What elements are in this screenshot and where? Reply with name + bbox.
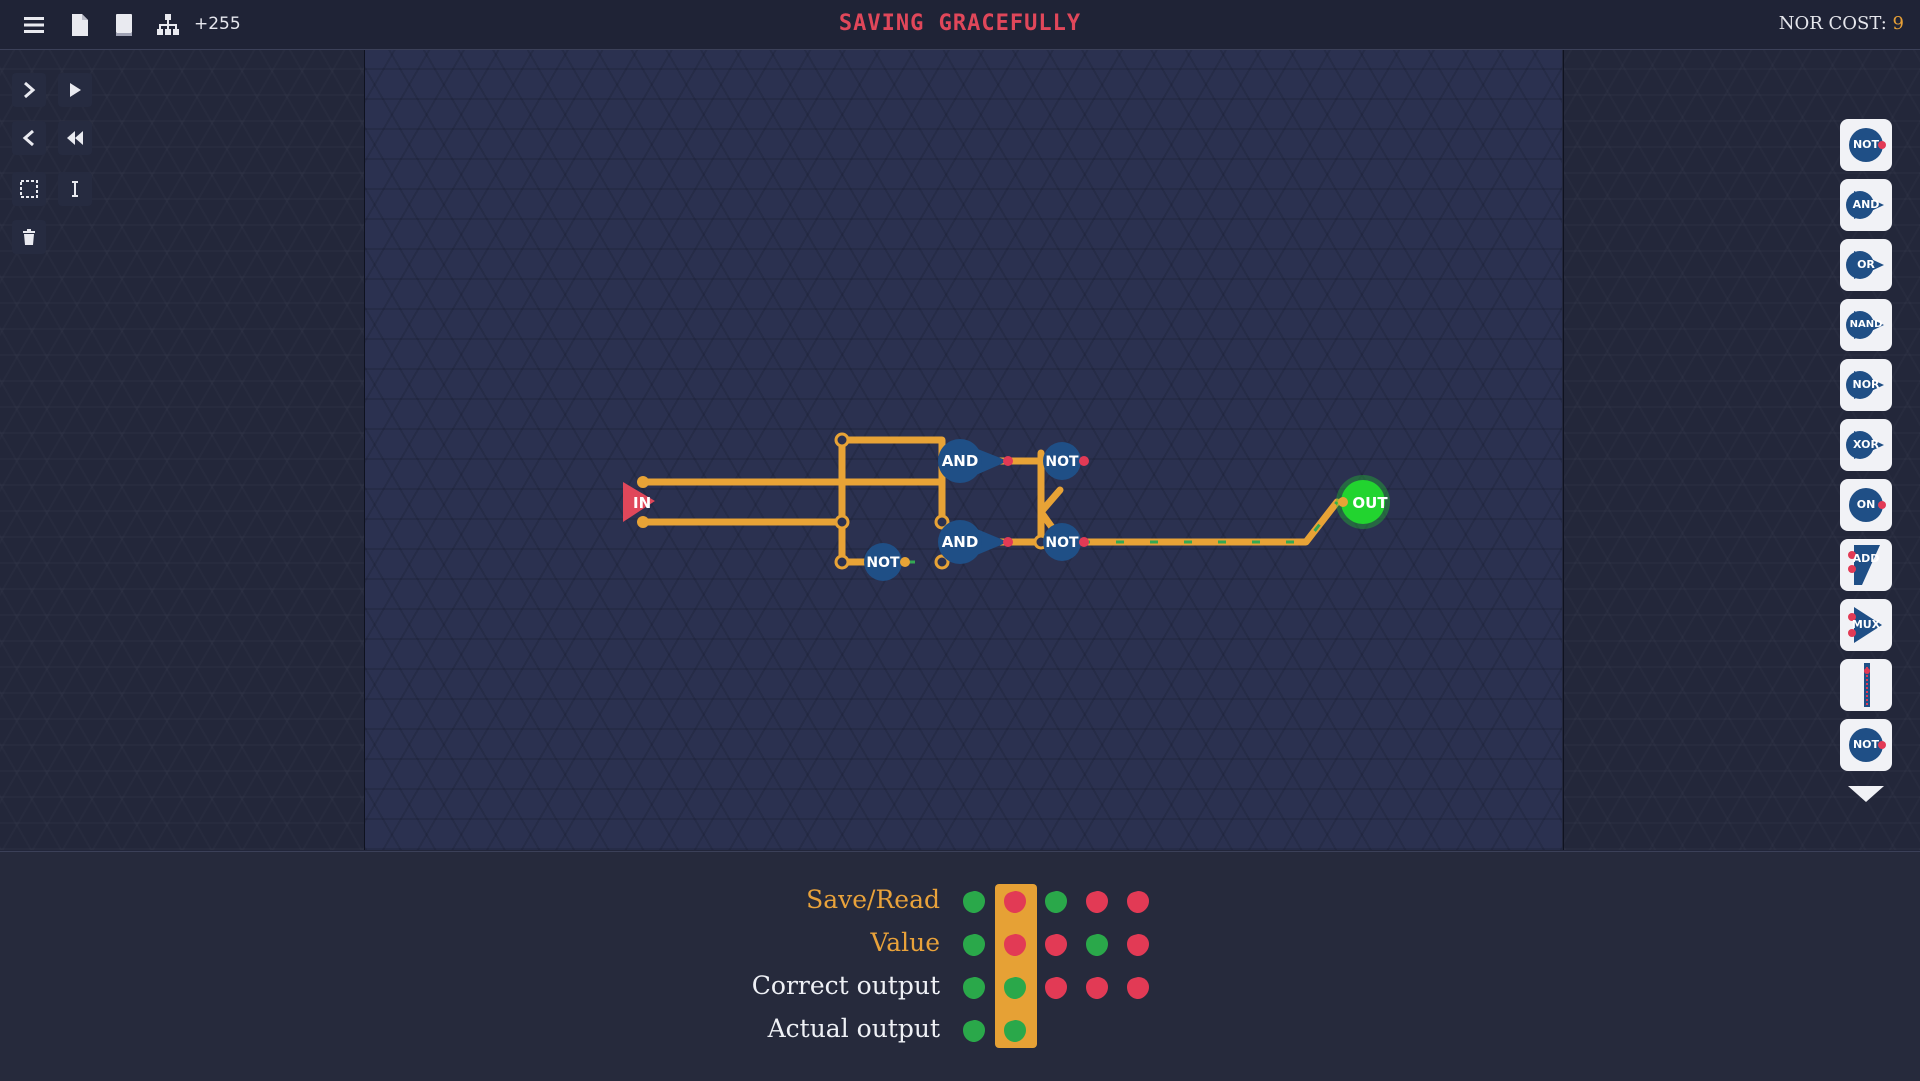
row-label-actual-output: Actual output [767, 1014, 940, 1043]
step-forward-button[interactable] [12, 73, 46, 107]
signal-dot-red [1004, 934, 1026, 956]
menu-icon[interactable] [22, 13, 46, 37]
step-back-icon [22, 129, 34, 147]
palette-label: AND [1852, 198, 1880, 211]
step-forward-icon [24, 81, 36, 99]
signal-dot-green [1004, 1020, 1026, 1042]
chevron-down-icon[interactable] [1846, 783, 1886, 805]
palette-label: OR [1857, 258, 1875, 271]
select-box-icon [20, 180, 38, 198]
signal-dot-red [1127, 891, 1149, 913]
signal-dot-green [963, 1020, 985, 1042]
signal-dot-red [1127, 934, 1149, 956]
and-gate-top[interactable]: AND [938, 439, 1013, 483]
palette-mux[interactable]: MUX [1840, 599, 1892, 651]
not-gate-label: NOT [1045, 535, 1079, 551]
not-gate-label: NOT [866, 555, 900, 571]
not-gate-top[interactable]: NOT [1043, 442, 1089, 480]
input-label: IN [633, 494, 651, 512]
junction-node[interactable] [834, 514, 850, 530]
palette-label: NOT [1852, 738, 1880, 751]
palette-not-2[interactable]: NOT [1840, 719, 1892, 771]
palette-and[interactable]: AND [1840, 179, 1892, 231]
palette-label: NAND [1849, 319, 1883, 330]
credits-counter: +255 [194, 14, 241, 34]
signal-dot-green [963, 977, 985, 999]
signal-dot-green [963, 891, 985, 913]
trash-icon [23, 229, 35, 245]
wire-tool-button[interactable] [58, 172, 92, 206]
signal-dot-green [1086, 934, 1108, 956]
palette-xor[interactable]: XOR [1840, 419, 1892, 471]
wire-tool-icon [72, 181, 78, 197]
palette-label [1840, 659, 1892, 711]
palette-label: MUX [1851, 618, 1881, 631]
signal-dot-green [1004, 977, 1026, 999]
row-label-save-read: Save/Read [806, 885, 940, 914]
palette-on[interactable]: ON [1840, 479, 1892, 531]
row-label-correct-output: Correct output [751, 971, 940, 1000]
top-bar: +255 SAVING GRACEFULLY NOR COST: 9 [0, 0, 1920, 50]
nor-cost-label: NOR COST: [1778, 13, 1887, 34]
signal-dot-red [1045, 934, 1067, 956]
palette-not[interactable]: NOT [1840, 119, 1892, 171]
palette-label: NOR [1852, 378, 1880, 391]
signal-dot-red [1045, 977, 1067, 999]
hierarchy-icon[interactable] [156, 13, 180, 37]
wire[interactable] [1078, 498, 1341, 546]
nor-cost-value: 9 [1892, 13, 1904, 34]
palette-nand[interactable]: NAND [1840, 299, 1892, 351]
signal-flow [1082, 501, 1339, 544]
signal-dot-red [1086, 977, 1108, 999]
palette-label: NOT [1852, 138, 1880, 151]
left-tool-panel [0, 50, 365, 850]
output-label: OUT [1352, 494, 1388, 512]
palette-add[interactable]: ADD [1840, 539, 1892, 591]
and-gate-label: AND [942, 452, 979, 470]
signal-dot-red [1004, 891, 1026, 913]
not-gate-mid[interactable]: NOT [1043, 523, 1089, 561]
file-icon[interactable] [68, 13, 92, 37]
palette-label: ON [1856, 498, 1876, 511]
junction-node[interactable] [834, 554, 850, 570]
palette-nor[interactable]: NOR [1840, 359, 1892, 411]
level-title: SAVING GRACEFULLY [838, 11, 1082, 36]
signal-dot-green [1045, 891, 1067, 913]
book-icon[interactable] [112, 13, 136, 37]
row-label-value: Value [870, 928, 940, 957]
not-gate-label: NOT [1045, 454, 1079, 470]
not-gate-low[interactable]: NOT [864, 543, 910, 581]
signal-dot-red [1086, 891, 1108, 913]
play-button[interactable] [58, 73, 92, 107]
select-box-button[interactable] [12, 172, 46, 206]
step-back-button[interactable] [12, 121, 46, 155]
junction-node[interactable] [834, 432, 850, 448]
palette-label: ADD [1852, 552, 1880, 565]
truth-table-panel [0, 851, 1920, 1081]
and-gate-label: AND [942, 533, 979, 551]
palette-splitter[interactable] [1840, 659, 1892, 711]
circuit-diagram[interactable]: IN AND AND NOT NOT NOT OUT [365, 50, 1562, 850]
palette-label: XOR [1853, 438, 1879, 451]
wire[interactable] [838, 436, 946, 566]
circuit-canvas[interactable]: IN AND AND NOT NOT NOT OUT [365, 50, 1562, 850]
delete-button[interactable] [12, 220, 46, 254]
output-node[interactable]: OUT [1336, 475, 1390, 529]
rewind-button[interactable] [58, 121, 92, 155]
and-gate-bottom[interactable]: AND [938, 520, 1013, 564]
play-icon [70, 83, 81, 97]
signal-dot-green [963, 934, 985, 956]
rewind-icon [67, 131, 83, 145]
nor-cost: NOR COST: 9 [1779, 13, 1904, 34]
signal-dot-red [1127, 977, 1149, 999]
palette-or[interactable]: OR [1840, 239, 1892, 291]
